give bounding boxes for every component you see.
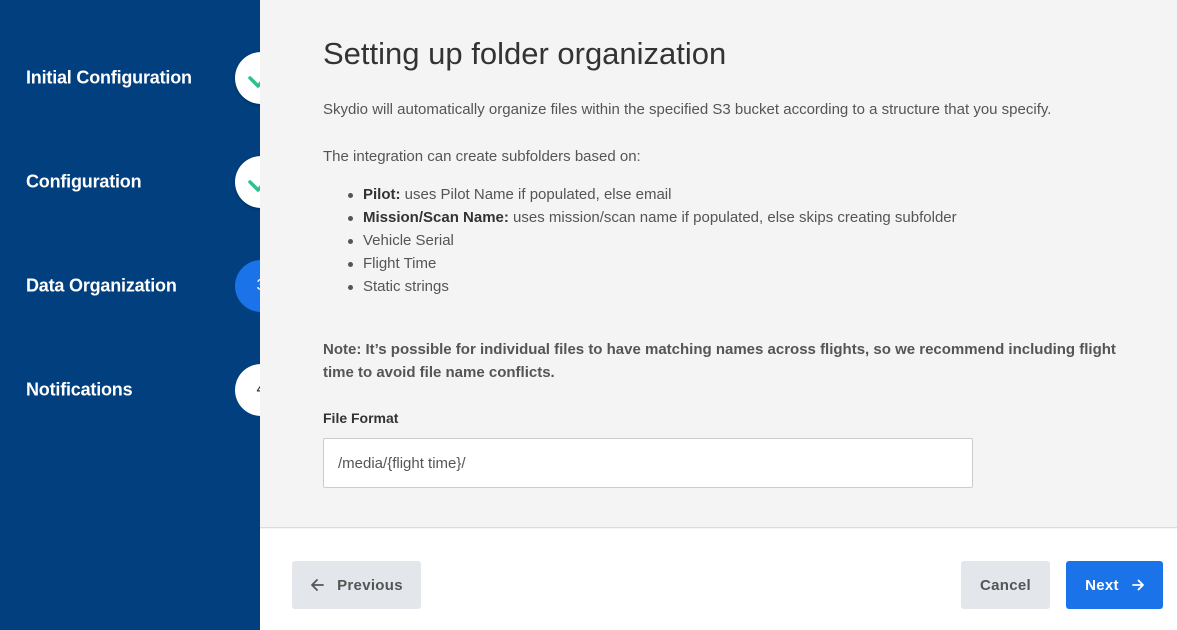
subfolder-options-list: Pilot: uses Pilot Name if populated, els… <box>323 185 957 300</box>
list-item: Mission/Scan Name: uses mission/scan nam… <box>323 208 957 231</box>
list-item: Static strings <box>323 277 957 300</box>
next-button[interactable]: Next <box>1066 561 1163 609</box>
option-text: Static strings <box>363 278 449 295</box>
subfolder-lead-text: The integration can create subfolders ba… <box>323 148 641 165</box>
arrow-right-icon <box>1131 579 1144 591</box>
step-label: Data Organization <box>26 275 177 296</box>
option-text: Flight Time <box>363 255 437 272</box>
step-notifications[interactable]: Notifications 4 <box>0 364 290 416</box>
file-format-value: /media/{flight time}/ <box>338 454 466 472</box>
intro-text: Skydio will automatically organize files… <box>323 101 1052 118</box>
step-label: Initial Configuration <box>26 67 192 88</box>
list-item: Pilot: uses Pilot Name if populated, els… <box>323 185 957 208</box>
note-text: Note: It’s possible for individual files… <box>323 341 1116 381</box>
option-label: Mission/Scan Name: <box>363 209 509 226</box>
list-item: Vehicle Serial <box>323 231 957 254</box>
step-data-organization[interactable]: Data Organization 3 <box>0 260 290 312</box>
cancel-button[interactable]: Cancel <box>961 561 1050 609</box>
option-text: uses Pilot Name if populated, else email <box>400 186 672 203</box>
step-initial-configuration[interactable]: Initial Configuration <box>0 52 290 104</box>
previous-label: Previous <box>337 576 403 594</box>
list-item: Flight Time <box>323 254 957 277</box>
previous-button[interactable]: Previous <box>292 561 421 609</box>
step-label: Configuration <box>26 171 142 192</box>
arrow-left-icon <box>311 579 325 591</box>
option-text: uses mission/scan name if populated, els… <box>508 209 957 226</box>
option-label: Pilot: <box>363 186 401 203</box>
footer-actions: Previous Cancel Next <box>260 529 1177 630</box>
cancel-label: Cancel <box>980 576 1031 594</box>
next-label: Next <box>1085 576 1119 594</box>
page-title: Setting up folder organization <box>323 36 727 71</box>
sidebar-stepper: Initial Configuration Configuration Data… <box>0 0 287 630</box>
option-text: Vehicle Serial <box>363 232 454 249</box>
file-format-label: File Format <box>323 410 399 426</box>
step-label: Notifications <box>26 379 133 400</box>
step-configuration[interactable]: Configuration <box>0 156 290 208</box>
file-format-input[interactable]: /media/{flight time}/ <box>323 438 973 488</box>
main-content: Setting up folder organization Skydio wi… <box>260 0 1177 528</box>
